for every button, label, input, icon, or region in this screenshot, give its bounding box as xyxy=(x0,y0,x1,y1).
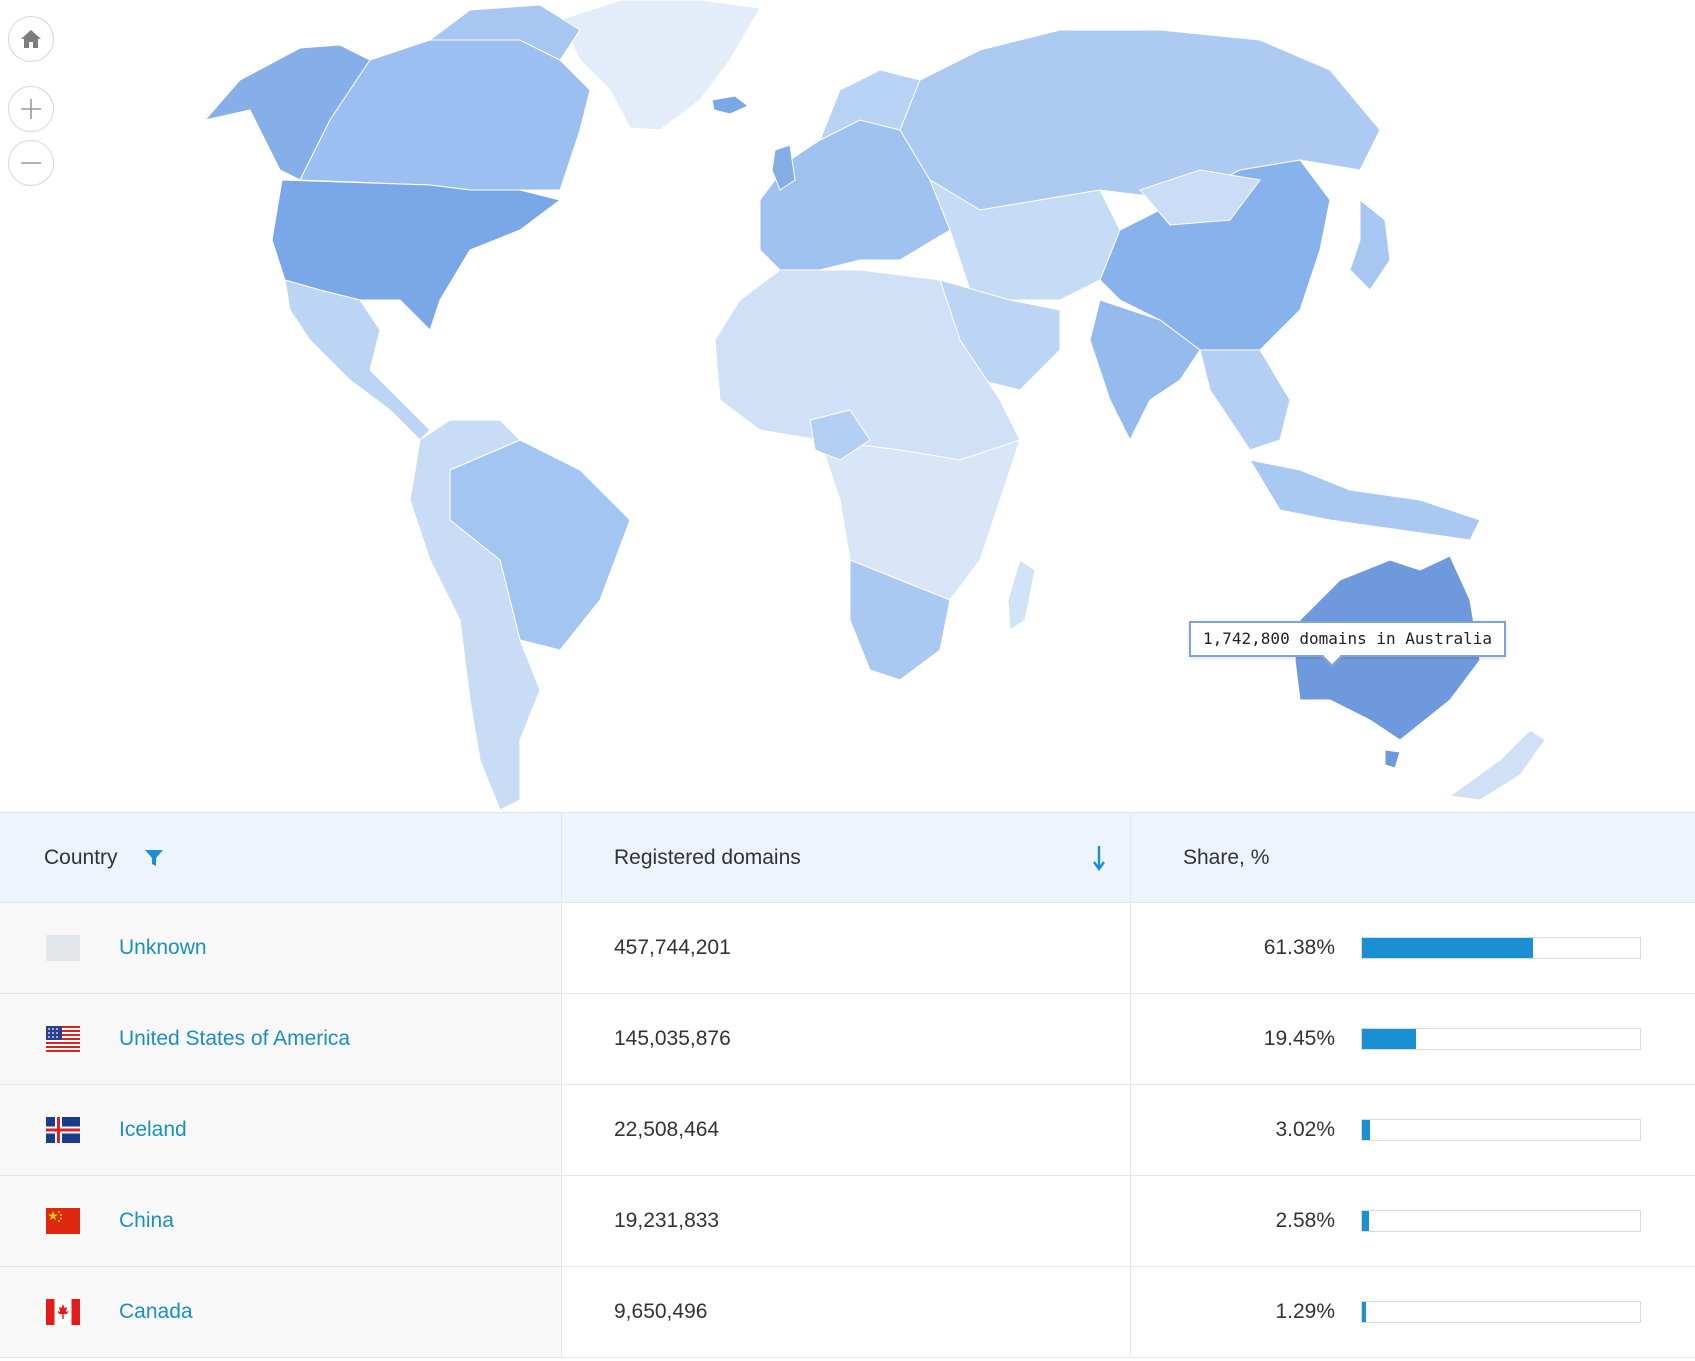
map-zoom-out-button[interactable] xyxy=(8,140,54,186)
country-cell: Unknown xyxy=(0,903,562,993)
share-bar xyxy=(1361,937,1641,959)
country-link[interactable]: Iceland xyxy=(119,1118,187,1142)
table-header-row: Country Registered domains Share, % xyxy=(0,812,1695,903)
domains-cell: 22,508,464 xyxy=(562,1085,1131,1175)
country-column-header[interactable]: Country xyxy=(0,813,562,902)
region-new-zealand[interactable] xyxy=(1448,729,1546,801)
table-row[interactable]: Iceland 22,508,464 3.02% xyxy=(0,1085,1695,1176)
region-indonesia[interactable] xyxy=(1248,459,1481,541)
share-bar-fill xyxy=(1362,1211,1370,1231)
share-bar-fill xyxy=(1362,1029,1417,1049)
table-row[interactable]: Unknown 457,744,201 61.38% xyxy=(0,903,1695,994)
map-home-button[interactable] xyxy=(8,16,54,62)
arrow-down-icon[interactable] xyxy=(1092,845,1106,871)
table-row[interactable]: United States of America 145,035,876 19.45… xyxy=(0,994,1695,1085)
share-value: 61.38% xyxy=(1263,936,1335,959)
plus-icon xyxy=(21,99,41,119)
share-value: 1.29% xyxy=(1275,1300,1335,1323)
tooltip-text: 1,742,800 domains in Australia xyxy=(1203,629,1492,648)
share-bar xyxy=(1361,1301,1641,1323)
share-cell: 1.29% xyxy=(1131,1267,1695,1357)
domains-column-header[interactable]: Registered domains xyxy=(562,813,1131,902)
share-cell: 19.45% xyxy=(1131,994,1695,1084)
region-japan[interactable] xyxy=(1349,198,1391,291)
flag-unknown-icon xyxy=(0,935,80,961)
country-link[interactable]: Canada xyxy=(119,1300,193,1324)
share-cell: 2.58% xyxy=(1131,1176,1695,1266)
domains-value: 457,744,201 xyxy=(614,936,731,959)
domains-cell: 9,650,496 xyxy=(562,1267,1131,1357)
world-choropleth-map[interactable] xyxy=(0,0,1695,812)
share-cell: 3.02% xyxy=(1131,1085,1695,1175)
country-header-label: Country xyxy=(44,845,118,869)
domains-value: 9,650,496 xyxy=(614,1300,708,1323)
flag-is-icon xyxy=(0,1117,80,1143)
table-row[interactable]: China 19,231,833 2.58% xyxy=(0,1176,1695,1267)
share-value: 3.02% xyxy=(1275,1118,1335,1141)
world-map-panel: 1,742,800 domains in Australia xyxy=(0,0,1695,812)
home-icon xyxy=(21,30,41,48)
flag-ca-icon xyxy=(0,1299,80,1325)
region-iceland[interactable] xyxy=(711,95,749,115)
share-bar xyxy=(1361,1028,1641,1050)
domains-value: 19,231,833 xyxy=(614,1209,720,1232)
country-cell: Iceland xyxy=(0,1085,562,1175)
region-southeast-asia[interactable] xyxy=(1199,349,1291,451)
share-header-label: Share, % xyxy=(1183,845,1270,869)
share-bar xyxy=(1361,1210,1641,1232)
share-bar-fill xyxy=(1362,1120,1371,1140)
domains-cell: 457,744,201 xyxy=(562,903,1131,993)
domains-value: 145,035,876 xyxy=(614,1027,731,1050)
flag-cn-icon xyxy=(0,1208,80,1234)
country-cell: Canada xyxy=(0,1267,562,1357)
domains-table: Country Registered domains Share, % Unkn… xyxy=(0,812,1695,1358)
map-tooltip: 1,742,800 domains in Australia xyxy=(1189,621,1506,667)
country-link[interactable]: Unknown xyxy=(119,936,207,960)
share-value: 19.45% xyxy=(1263,1027,1335,1050)
share-bar-fill xyxy=(1362,1302,1366,1322)
domains-header-label: Registered domains xyxy=(614,845,801,869)
flag-us-icon xyxy=(0,1026,80,1052)
table-row[interactable]: Canada 9,650,496 1.29% xyxy=(0,1267,1695,1358)
domains-cell: 145,035,876 xyxy=(562,994,1131,1084)
domains-value: 22,508,464 xyxy=(614,1118,720,1141)
region-madagascar[interactable] xyxy=(1007,559,1036,631)
country-cell: China xyxy=(0,1176,562,1266)
domains-cell: 19,231,833 xyxy=(562,1176,1131,1266)
share-value: 2.58% xyxy=(1275,1209,1335,1232)
country-link[interactable]: United States of America xyxy=(119,1027,350,1051)
share-column-header[interactable]: Share, % xyxy=(1131,813,1695,902)
share-bar xyxy=(1361,1119,1641,1141)
country-link[interactable]: China xyxy=(119,1209,174,1233)
minus-icon xyxy=(21,162,41,164)
country-cell: United States of America xyxy=(0,994,562,1084)
share-bar-fill xyxy=(1362,938,1533,958)
share-cell: 61.38% xyxy=(1131,903,1695,993)
map-zoom-in-button[interactable] xyxy=(8,86,54,132)
filter-icon[interactable] xyxy=(144,848,164,868)
region-tasmania[interactable] xyxy=(1384,749,1401,769)
